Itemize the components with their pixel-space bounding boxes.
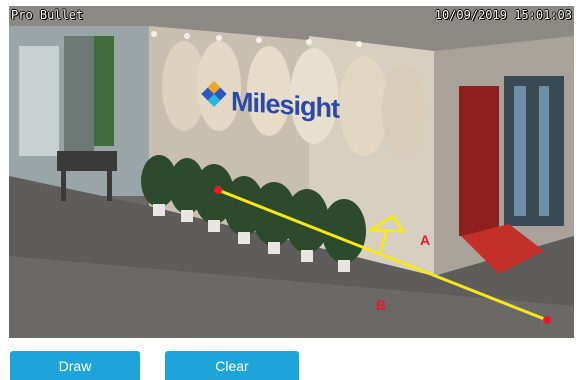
line-endpoint-start <box>214 186 222 194</box>
line-endpoint-end <box>543 316 551 324</box>
region-b-label: B <box>376 297 387 313</box>
clear-button[interactable]: Clear <box>165 351 299 380</box>
video-preview[interactable]: Pro Bullet 10/09/2019 15:01:03 Milesight… <box>9 6 574 338</box>
camera-scene-image <box>9 6 574 338</box>
timestamp-overlay: 10/09/2019 15:01:03 <box>434 8 572 22</box>
region-a-label: A <box>420 232 431 248</box>
camera-name-overlay: Pro Bullet <box>11 8 84 22</box>
draw-button[interactable]: Draw <box>10 351 140 380</box>
